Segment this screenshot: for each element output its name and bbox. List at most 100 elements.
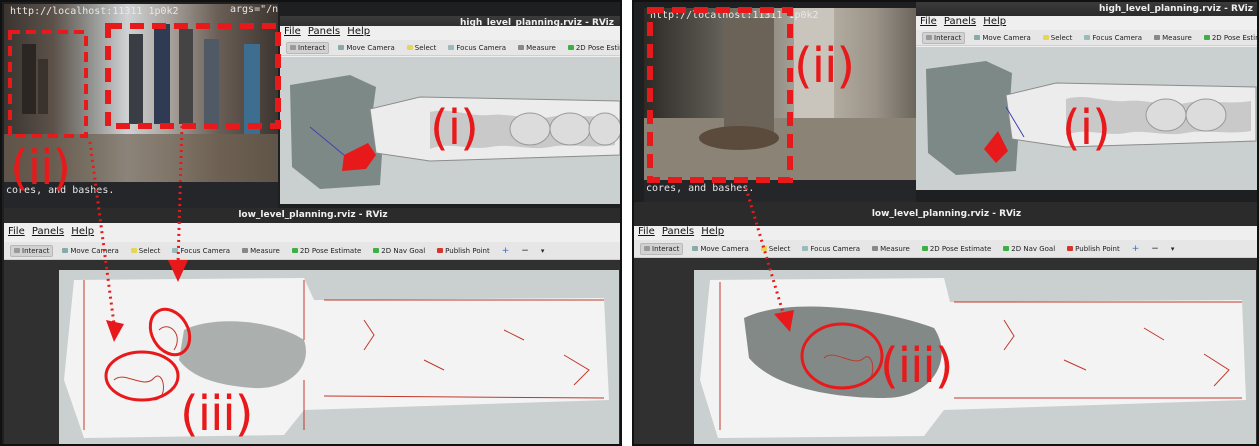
menu-file[interactable]: File	[920, 16, 937, 27]
terminal-args: args="/n	[230, 4, 279, 15]
tool-add[interactable]: +	[1129, 243, 1143, 255]
tool-2d-pose-estimate[interactable]: 2D Pose Estim	[1201, 33, 1259, 43]
person-silhouette	[22, 44, 36, 114]
interact-icon	[290, 45, 296, 50]
tool-interact[interactable]: Interact	[922, 31, 966, 44]
tool-move-camera[interactable]: Move Camera	[335, 43, 397, 53]
tool-publish-point[interactable]: Publish Point	[434, 246, 493, 256]
low-level-map	[4, 260, 620, 444]
rviz-toolbar: Interact Move Camera Select Focus Camera…	[280, 40, 620, 56]
measure-icon	[242, 248, 249, 253]
map-room	[1185, 98, 1227, 132]
measure-icon	[872, 246, 879, 251]
menu-file[interactable]: File	[284, 26, 301, 37]
menu-help[interactable]: Help	[701, 226, 724, 237]
tool-move-camera[interactable]: Move Camera	[971, 33, 1033, 43]
select-icon	[130, 248, 137, 253]
tool-label: Move Camera	[70, 246, 119, 255]
tool-label: Interact	[652, 244, 680, 253]
tool-label: Measure	[880, 244, 910, 253]
tool-label: Focus Camera	[810, 244, 861, 253]
tool-interact[interactable]: Interact	[286, 41, 330, 54]
window-title: high_level_planning.rviz - RViz	[916, 2, 1257, 17]
menu-file[interactable]: File	[638, 226, 655, 237]
tool-label: 2D Pose Estimate	[929, 244, 992, 253]
tool-label: 2D Pose Estimate	[575, 43, 620, 52]
rviz-toolbar: Interact Move Camera Select Focus Camera…	[634, 240, 1257, 258]
tool-measure[interactable]: Measure	[515, 43, 559, 53]
tool-label: Select	[1050, 33, 1073, 42]
tool-move-camera[interactable]: Move Camera	[689, 244, 751, 254]
tool-dropdown[interactable]: ▾	[1168, 244, 1178, 254]
tool-label: Publish Point	[1075, 244, 1120, 253]
tool-interact[interactable]: Interact	[640, 242, 684, 255]
menu-panels[interactable]: Panels	[32, 226, 64, 237]
menu-help[interactable]: Help	[983, 16, 1006, 27]
tool-focus-camera[interactable]: Focus Camera	[169, 246, 233, 256]
focus-camera-icon	[1084, 35, 1091, 40]
person-silhouette	[38, 59, 48, 114]
menu-panels[interactable]: Panels	[662, 226, 694, 237]
tool-2d-pose-estimate[interactable]: 2D Pose Estimate	[919, 244, 994, 254]
plus-icon: +	[1131, 243, 1140, 254]
terminal-line: cores, and bashes.	[646, 183, 755, 194]
tool-label: Select	[768, 244, 791, 253]
tool-2d-nav-goal[interactable]: 2D Nav Goal	[1000, 244, 1058, 254]
person-silhouette	[179, 29, 193, 124]
tool-interact[interactable]: Interact	[10, 244, 54, 257]
tool-label: Focus Camera	[1092, 33, 1143, 42]
tool-focus-camera[interactable]: Focus Camera	[799, 244, 863, 254]
select-icon	[406, 45, 413, 50]
tool-measure[interactable]: Measure	[239, 246, 283, 256]
tool-add[interactable]: +	[499, 245, 513, 257]
tool-label: Interact	[22, 246, 50, 255]
map-viewport[interactable]	[4, 260, 620, 444]
tool-label: Select	[414, 43, 437, 52]
tool-measure[interactable]: Measure	[1151, 33, 1195, 43]
tool-publish-point[interactable]: Publish Point	[1064, 244, 1123, 254]
tool-select[interactable]: Select	[758, 244, 794, 254]
tool-label: 2D Pose Estimate	[299, 246, 362, 255]
tool-select[interactable]: Select	[1040, 33, 1076, 43]
tool-label: 2D Nav Goal	[381, 246, 426, 255]
interact-icon	[14, 248, 20, 253]
menu-file[interactable]: File	[8, 226, 25, 237]
tool-focus-camera[interactable]: Focus Camera	[1081, 33, 1145, 43]
menu-panels[interactable]: Panels	[308, 26, 340, 37]
move-camera-icon	[338, 45, 345, 50]
left-figure-panel: http://localhost:11311 1p0k2 cores, and …	[0, 0, 622, 446]
tool-label: Publish Point	[445, 246, 490, 255]
tool-2d-pose-estimate[interactable]: 2D Pose Estimate	[289, 246, 364, 256]
person-foot	[699, 126, 779, 150]
tool-dropdown[interactable]: ▾	[538, 246, 548, 256]
pose-estimate-icon	[1203, 35, 1210, 40]
tool-measure[interactable]: Measure	[869, 244, 913, 254]
tool-focus-camera[interactable]: Focus Camera	[445, 43, 509, 53]
tool-2d-pose-estimate[interactable]: 2D Pose Estimate	[565, 43, 620, 53]
right-figure-panel: http://localhost:11311 1p0k2 cores, and …	[632, 0, 1259, 446]
person-silhouette	[129, 34, 143, 124]
tool-select[interactable]: Select	[128, 246, 164, 256]
plus-icon: +	[501, 245, 510, 256]
label-ii: (ii)	[10, 140, 71, 196]
tool-label: 2D Pose Estim	[1211, 33, 1259, 42]
tool-2d-nav-goal[interactable]: 2D Nav Goal	[370, 246, 428, 256]
tool-minus[interactable]: −	[1148, 243, 1162, 255]
person-silhouette	[204, 39, 219, 129]
menu-panels[interactable]: Panels	[944, 16, 976, 27]
low-level-rviz-window: low_level_planning.rviz - RViz File Pane…	[634, 202, 1257, 444]
tool-label: Move Camera	[346, 43, 395, 52]
move-camera-icon	[62, 248, 69, 253]
tool-label: Move Camera	[700, 244, 749, 253]
menu-help[interactable]: Help	[347, 26, 370, 37]
tool-select[interactable]: Select	[404, 43, 440, 53]
person-silhouette	[244, 44, 260, 134]
tool-label: Measure	[1162, 33, 1192, 42]
minus-icon: −	[1151, 243, 1159, 254]
focus-camera-icon	[802, 246, 809, 251]
tool-minus[interactable]: −	[518, 245, 532, 257]
map-room	[509, 112, 551, 146]
tool-move-camera[interactable]: Move Camera	[59, 246, 121, 256]
rviz-toolbar: Interact Move Camera Select Focus Camera…	[916, 30, 1259, 46]
menu-help[interactable]: Help	[71, 226, 94, 237]
